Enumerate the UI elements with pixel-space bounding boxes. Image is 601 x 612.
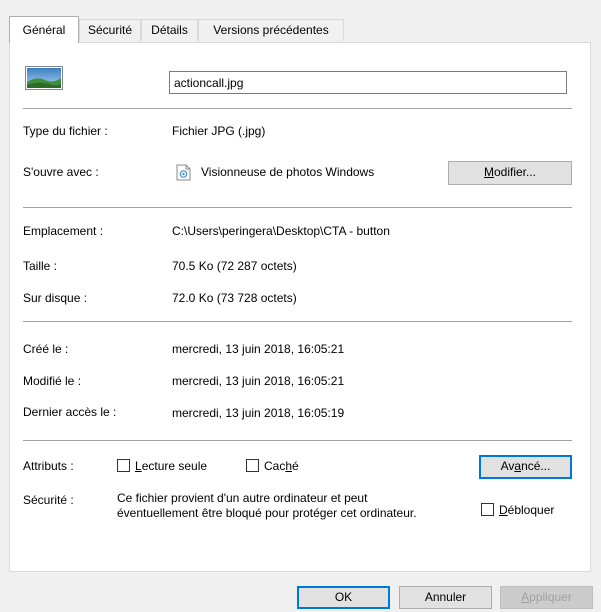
tab-security[interactable]: Sécurité	[79, 19, 141, 41]
button-text: ppliquer	[529, 590, 572, 604]
separator	[23, 207, 572, 208]
apply-button[interactable]: Appliquer	[500, 586, 593, 609]
image-file-icon	[25, 66, 63, 90]
hidden-label[interactable]: Caché	[264, 459, 299, 473]
security-message-line1: Ce fichier provient d'un autre ordinateu…	[117, 491, 368, 505]
size-label: Taille :	[23, 259, 58, 273]
cancel-button[interactable]: Annuler	[399, 586, 492, 609]
photo-viewer-icon	[176, 164, 191, 181]
separator	[23, 108, 572, 109]
unblock-checkbox[interactable]	[481, 503, 494, 516]
accessed-value: mercredi, 13 juin 2018, 16:05:19	[172, 406, 345, 420]
button-mnemonic: A	[521, 590, 530, 604]
modified-label: Modifié le :	[23, 374, 82, 388]
change-program-button[interactable]: Modifier...	[448, 161, 572, 185]
tab-details[interactable]: Détails	[141, 19, 198, 41]
tab-general[interactable]: Général	[9, 16, 79, 43]
separator	[23, 321, 572, 322]
label-text: Cac	[264, 459, 286, 473]
file-type-label: Type du fichier :	[23, 124, 108, 138]
file-type-value: Fichier JPG (.jpg)	[172, 124, 266, 138]
tab-previous-versions[interactable]: Versions précédentes	[198, 19, 344, 41]
ok-button[interactable]: OK	[297, 586, 390, 609]
attributes-label: Attributs :	[23, 459, 74, 473]
created-label: Créé le :	[23, 342, 69, 356]
size-value: 70.5 Ko (72 287 octets)	[172, 259, 297, 273]
button-text: Av	[500, 459, 515, 473]
location-value: C:\Users\peringera\Desktop\CTA - button	[172, 224, 390, 238]
mnemonic: L	[135, 459, 142, 473]
advanced-button[interactable]: Avancé...	[479, 455, 572, 479]
button-mnemonic: M	[483, 165, 494, 179]
label-text: ecture seule	[141, 459, 208, 473]
security-message-line2: éventuellement être bloqué pour protéger…	[117, 506, 417, 520]
label-text: ébloquer	[507, 503, 555, 517]
opens-with-value: Visionneuse de photos Windows	[201, 165, 375, 179]
disk-size-value: 72.0 Ko (73 728 octets)	[172, 291, 297, 305]
accessed-label: Dernier accès le :	[23, 405, 117, 419]
modified-value: mercredi, 13 juin 2018, 16:05:21	[172, 374, 345, 388]
mnemonic: D	[499, 503, 508, 517]
hidden-checkbox[interactable]	[246, 459, 259, 472]
read-only-label[interactable]: Lecture seule	[135, 459, 207, 473]
label-text: é	[292, 459, 299, 473]
opens-with-label: S'ouvre avec :	[23, 165, 99, 179]
button-text: odifier...	[493, 165, 537, 179]
unblock-label[interactable]: Débloquer	[499, 503, 554, 517]
read-only-checkbox[interactable]	[117, 459, 130, 472]
security-label: Sécurité :	[23, 493, 74, 507]
created-value: mercredi, 13 juin 2018, 16:05:21	[172, 342, 345, 356]
separator	[23, 440, 572, 441]
disk-size-label: Sur disque :	[23, 291, 88, 305]
button-text: ncé...	[521, 459, 551, 473]
location-label: Emplacement :	[23, 224, 104, 238]
file-name-input[interactable]	[169, 71, 567, 94]
